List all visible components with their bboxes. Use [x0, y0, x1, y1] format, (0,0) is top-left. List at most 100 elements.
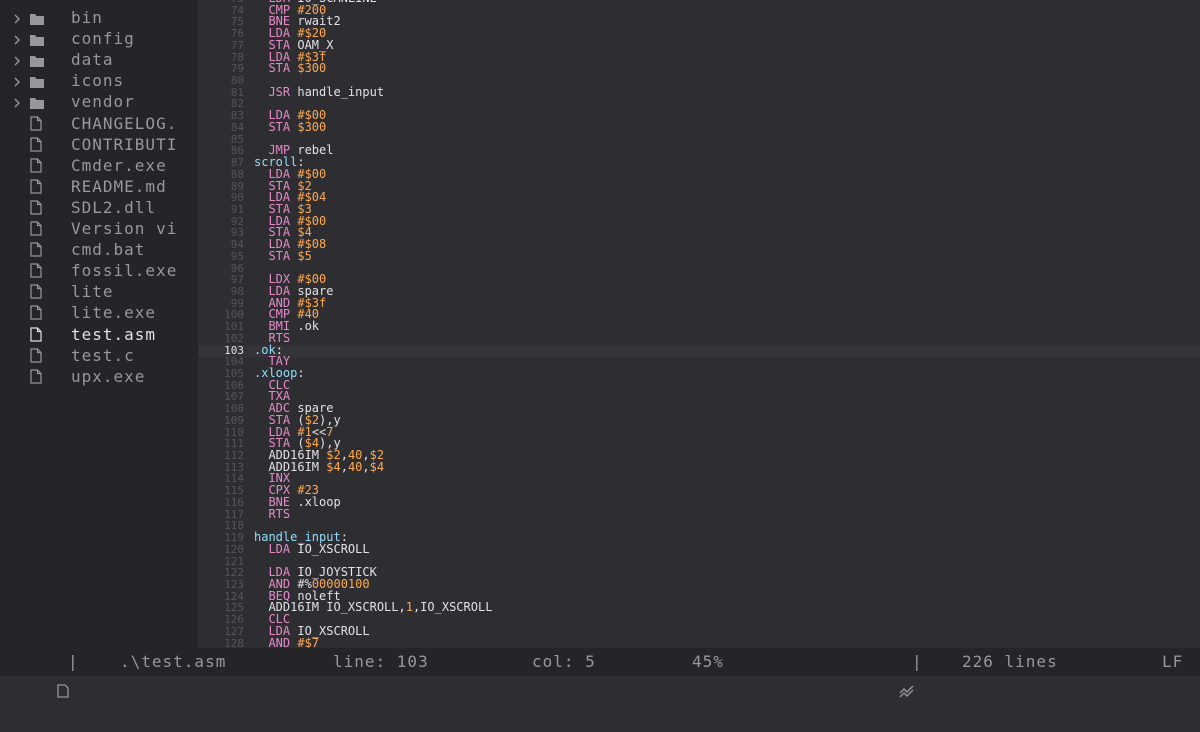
code-line[interactable]: BMI .ok — [254, 320, 1194, 333]
tree-item[interactable]: bin — [0, 7, 198, 28]
chevron-right-icon[interactable] — [12, 94, 24, 108]
code-line[interactable]: LDA IO_JOYSTICK — [254, 566, 1194, 579]
code-line[interactable]: ADD16IM $2,40,$2 — [254, 449, 1194, 462]
code-line[interactable]: LDA IO_XSCROLL — [254, 543, 1194, 556]
tree-item[interactable]: cmd.bat — [0, 239, 198, 260]
folder-icon — [30, 73, 44, 89]
code-line[interactable] — [254, 75, 1194, 87]
code-line[interactable]: .ok: — [254, 344, 1194, 357]
file-icon — [30, 263, 44, 278]
code-line[interactable]: ADD16IM $4,40,$4 — [254, 461, 1194, 474]
code-line[interactable]: AND #$7 — [254, 635, 1194, 648]
code-line[interactable]: STA $3 — [254, 203, 1194, 216]
code-line[interactable]: INX — [254, 472, 1194, 485]
tree-item-label: lite — [71, 282, 114, 302]
code-line[interactable] — [254, 263, 1194, 275]
code-token: $5 — [297, 248, 312, 263]
code-line[interactable] — [254, 134, 1194, 146]
tree-item[interactable]: test.c — [0, 345, 198, 366]
code-editor[interactable]: 7374757677787980818283848586878889909192… — [198, 0, 1200, 648]
tree-item[interactable]: Version vi — [0, 218, 198, 239]
code-line[interactable]: AND #$3f — [254, 297, 1194, 310]
status-line: line: 103 — [333, 652, 429, 671]
tree-item[interactable]: config — [0, 28, 198, 49]
code-line[interactable]: ADD16IM IO_XSCROLL,1,IO_XSCROLL — [254, 601, 1194, 614]
code-line[interactable]: CMP #40 — [254, 308, 1194, 321]
status-percent: 45% — [692, 652, 724, 671]
code-line[interactable]: LDA IO_XSCROLL — [254, 625, 1194, 638]
code-line[interactable]: JSR handle_input — [254, 86, 1194, 99]
tree-item[interactable]: upx.exe — [0, 366, 198, 387]
tree-item-label: bin — [71, 8, 103, 27]
code-line[interactable]: LDA #1<<7 — [254, 426, 1194, 439]
file-icon — [30, 347, 44, 363]
code-line[interactable]: RTS — [254, 508, 1194, 521]
code-line[interactable]: STA $300 — [254, 121, 1194, 134]
code-line[interactable]: RTS — [254, 332, 1194, 345]
code-line[interactable]: STA ($2),y — [254, 414, 1194, 427]
tree-item[interactable]: CONTRIBUTI — [0, 134, 198, 155]
code-token: AND — [254, 635, 298, 648]
code-line[interactable]: ADC spare — [254, 402, 1194, 415]
code-line[interactable]: BNE rwait2 — [254, 15, 1194, 28]
tree-item[interactable]: fossil.exe — [0, 260, 198, 281]
code-line[interactable]: JMP rebel — [254, 144, 1194, 157]
code-line[interactable]: STA $5 — [254, 248, 1194, 263]
code-line[interactable]: STA $300 — [254, 61, 1194, 76]
chevron-right-icon[interactable] — [12, 52, 24, 66]
tree-item[interactable]: vendor — [0, 91, 198, 112]
code-line[interactable] — [254, 520, 1194, 532]
tree-item[interactable]: README.md — [0, 176, 198, 197]
code-line[interactable]: LDA #$3f — [254, 51, 1194, 64]
code-line[interactable]: CLC — [254, 613, 1194, 626]
code-area[interactable]: LDA IO_SCANLINE CMP #200 BNE rwait2 LDA … — [254, 0, 1194, 648]
code-line[interactable]: TAY — [254, 355, 1194, 368]
line-number: 95 — [230, 249, 244, 263]
code-token: $300 — [297, 61, 327, 76]
code-line[interactable]: LDA #$00 — [254, 168, 1194, 181]
code-line[interactable]: AND #%00000100 — [254, 578, 1194, 591]
tree-item[interactable]: SDL2.dll — [0, 197, 198, 218]
code-line[interactable]: LDA #$20 — [254, 27, 1194, 40]
code-line[interactable]: STA OAM_X — [254, 39, 1194, 52]
folder-icon — [30, 10, 44, 25]
code-line[interactable]: handle_input: — [254, 531, 1194, 544]
code-line[interactable]: STA $4 — [254, 226, 1194, 239]
code-line[interactable] — [254, 556, 1194, 568]
code-line[interactable]: LDA #$00 — [254, 215, 1194, 228]
chevron-right-icon[interactable] — [12, 73, 24, 87]
code-line[interactable]: STA ($4),y — [254, 437, 1194, 450]
code-line[interactable] — [254, 98, 1194, 110]
file-icon — [30, 326, 44, 342]
tree-item-label: CONTRIBUTI — [71, 134, 178, 154]
code-line[interactable]: CLC — [254, 379, 1194, 392]
code-line[interactable]: LDA #$00 — [254, 109, 1194, 122]
status-separator: | — [68, 652, 79, 671]
chevron-right-icon[interactable] — [12, 31, 24, 45]
code-line[interactable]: STA $2 — [254, 180, 1194, 193]
status-line-count: 226 lines — [962, 652, 1058, 671]
code-line[interactable]: BNE .xloop — [254, 496, 1194, 509]
tree-item[interactable]: data — [0, 49, 198, 70]
code-line[interactable]: CMP #200 — [254, 4, 1194, 17]
code-line[interactable]: LDA #$08 — [254, 238, 1194, 251]
code-line[interactable]: LDA #$04 — [254, 191, 1194, 204]
line-number-gutter: 7374757677787980818283848586878889909192… — [198, 0, 244, 648]
tree-item[interactable]: CHANGELOG. — [0, 113, 198, 134]
code-line[interactable]: TXA — [254, 390, 1194, 403]
code-line[interactable]: LDA spare — [254, 285, 1194, 298]
code-line[interactable]: LDX #$00 — [254, 273, 1194, 286]
code-line[interactable]: .xloop: — [254, 367, 1194, 380]
tree-item[interactable]: test.asm — [0, 324, 198, 345]
tree-item-label: config — [71, 29, 135, 49]
code-line[interactable]: CPX #23 — [254, 484, 1194, 497]
tree-item[interactable]: lite — [0, 281, 198, 302]
tree-item[interactable]: icons — [0, 70, 198, 91]
line-number: 116 — [224, 495, 244, 509]
tree-item-label: lite.exe — [71, 303, 157, 323]
tree-item[interactable]: lite.exe — [0, 302, 198, 323]
chevron-right-icon[interactable] — [12, 10, 24, 24]
code-line[interactable]: scroll: — [254, 156, 1194, 169]
tree-item[interactable]: Cmder.exe — [0, 155, 198, 176]
file-icon — [30, 221, 44, 236]
